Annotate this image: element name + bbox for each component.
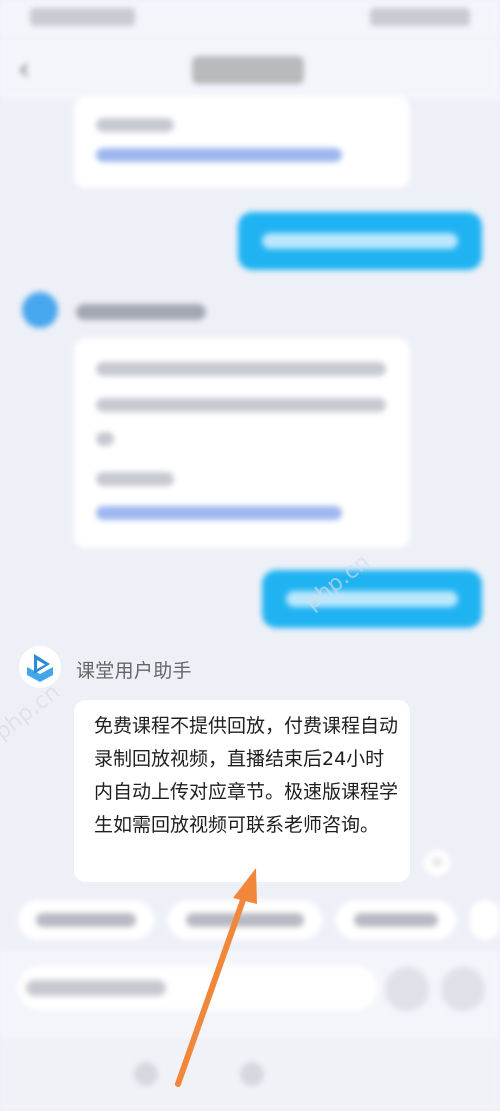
card-meta: [96, 118, 174, 132]
watermark: php.cn: [0, 679, 65, 746]
suggestion-chip[interactable]: [470, 900, 500, 940]
nav-bar: ‹: [0, 38, 500, 100]
card-link[interactable]: [96, 506, 342, 520]
play-book-icon: [18, 645, 62, 689]
assistant-answer-text: 免费课程不提供回放，付费课程自动录制回放视频，直播结束后24小时内自动上传对应章…: [94, 715, 399, 836]
message-input-placeholder: [26, 980, 166, 996]
bottom-nav-icon[interactable]: [240, 1062, 264, 1086]
assistant-answer-card: 免费课程不提供回放，付费课程自动录制回放视频，直播结束后24小时内自动上传对应章…: [74, 700, 410, 882]
card-link[interactable]: [96, 148, 342, 162]
suggestion-chip[interactable]: [18, 900, 154, 940]
voice-button[interactable]: [384, 966, 430, 1012]
add-button[interactable]: [440, 966, 486, 1012]
user-message-bubble: [262, 570, 482, 628]
user-message-text: [262, 233, 458, 249]
page-title: [192, 56, 304, 84]
input-area: [0, 950, 500, 1040]
assistant-avatar: [22, 292, 58, 328]
copy-icon[interactable]: ⧉: [424, 850, 450, 876]
answer-fade: [74, 846, 410, 882]
message-card-previous: [74, 96, 410, 188]
message-card: [74, 338, 410, 548]
chevron-left-icon[interactable]: ‹: [18, 52, 30, 87]
suggestion-chip-text: [186, 913, 304, 927]
assistant-name: 课堂用户助手: [76, 660, 192, 682]
suggestion-chip-text: [354, 913, 438, 927]
bottom-nav-icon[interactable]: [134, 1062, 158, 1086]
assistant-name: [76, 304, 206, 320]
suggestion-chip[interactable]: [168, 900, 322, 940]
bottom-bar: [0, 1040, 500, 1111]
status-left: [30, 8, 135, 26]
suggestion-chip-text: [36, 913, 136, 927]
suggestion-chip[interactable]: [336, 900, 456, 940]
card-text-line: [96, 432, 114, 446]
card-text-line: [96, 362, 386, 376]
status-right: [370, 8, 470, 26]
user-message-bubble: [238, 212, 482, 270]
card-text-line: [96, 398, 386, 412]
card-meta: [96, 472, 174, 486]
status-bar: [0, 0, 500, 38]
message-input[interactable]: [18, 966, 378, 1010]
